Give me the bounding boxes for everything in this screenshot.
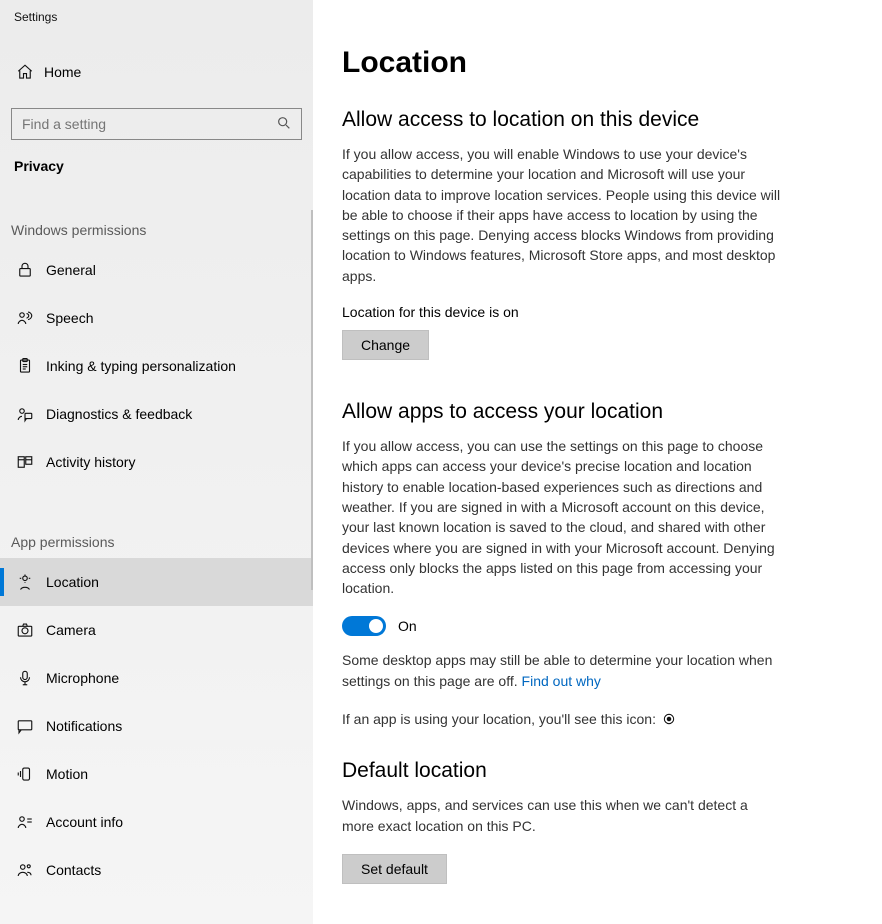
sidebar-item-label: Speech: [46, 310, 93, 326]
sidebar-item-motion[interactable]: Motion: [0, 750, 313, 798]
find-out-why-link[interactable]: Find out why: [522, 673, 601, 689]
apps-location-toggle-label: On: [398, 618, 417, 634]
sidebar-item-label: Camera: [46, 622, 96, 638]
sidebar-item-label: Contacts: [46, 862, 101, 878]
sidebar-item-label: Activity history: [46, 454, 135, 470]
location-icon: [14, 571, 36, 593]
sidebar-item-label: Inking & typing personalization: [46, 358, 236, 374]
home-icon: [14, 63, 36, 81]
home-label: Home: [44, 64, 81, 80]
sidebar-item-notifications[interactable]: Notifications: [0, 702, 313, 750]
main-pane: Location Allow access to location on thi…: [314, 0, 882, 924]
sidebar-item-label: Motion: [46, 766, 88, 782]
sidebar-item-general[interactable]: General: [0, 246, 313, 294]
feedback-icon: [14, 403, 36, 425]
app-title: Settings: [0, 0, 313, 24]
section-device-location-title: Allow access to location on this device: [342, 108, 854, 132]
sidebar-item-location[interactable]: Location: [0, 558, 313, 606]
section-device-location-body: If you allow access, you will enable Win…: [342, 144, 782, 286]
account-info-icon: [14, 811, 36, 833]
set-default-button[interactable]: Set default: [342, 854, 447, 884]
microphone-icon: [14, 667, 36, 689]
sidebar-item-activity-history[interactable]: Activity history: [0, 438, 313, 486]
page-title: Location: [342, 46, 854, 80]
sidebar-item-label: Diagnostics & feedback: [46, 406, 192, 422]
sidebar-item-label: Microphone: [46, 670, 119, 686]
search-icon: [276, 115, 292, 131]
sidebar-item-account-info[interactable]: Account info: [0, 798, 313, 846]
sidebar-item-contacts[interactable]: Contacts: [0, 846, 313, 894]
group-header-app-permissions: App permissions: [0, 534, 313, 550]
sidebar-item-label: Notifications: [46, 718, 122, 734]
apps-location-toggle[interactable]: [342, 616, 386, 636]
section-default-location-title: Default location: [342, 759, 854, 783]
section-apps-location-body: If you allow access, you can use the set…: [342, 436, 782, 598]
history-icon: [14, 451, 36, 473]
sidebar: Settings Home Privacy Windows permissi: [0, 0, 314, 924]
speech-icon: [14, 307, 36, 329]
sidebar-item-camera[interactable]: Camera: [0, 606, 313, 654]
camera-icon: [14, 619, 36, 641]
desktop-apps-note: Some desktop apps may still be able to d…: [342, 650, 782, 691]
sidebar-item-microphone[interactable]: Microphone: [0, 654, 313, 702]
search-input[interactable]: [11, 108, 302, 140]
motion-icon: [14, 763, 36, 785]
sidebar-item-label: Location: [46, 574, 99, 590]
notifications-icon: [14, 715, 36, 737]
sidebar-item-label: Account info: [46, 814, 123, 830]
sidebar-item-inking[interactable]: Inking & typing personalization: [0, 342, 313, 390]
lock-icon: [14, 259, 36, 281]
section-default-location-body: Windows, apps, and services can use this…: [342, 795, 782, 836]
sidebar-item-label: General: [46, 262, 96, 278]
clipboard-icon: [14, 355, 36, 377]
selection-indicator: [0, 568, 4, 596]
group-header-windows-permissions: Windows permissions: [0, 222, 313, 238]
home-nav[interactable]: Home: [0, 48, 313, 96]
contacts-icon: [14, 859, 36, 881]
location-in-use-icon: [662, 712, 676, 726]
device-location-status: Location for this device is on: [342, 304, 854, 320]
location-in-use-text: If an app is using your location, you'll…: [342, 711, 660, 727]
change-button[interactable]: Change: [342, 330, 429, 360]
sidebar-item-diagnostics[interactable]: Diagnostics & feedback: [0, 390, 313, 438]
scrollbar[interactable]: [311, 210, 313, 590]
current-category: Privacy: [0, 140, 313, 174]
section-apps-location-title: Allow apps to access your location: [342, 400, 854, 424]
sidebar-item-speech[interactable]: Speech: [0, 294, 313, 342]
location-in-use-note: If an app is using your location, you'll…: [342, 709, 782, 729]
